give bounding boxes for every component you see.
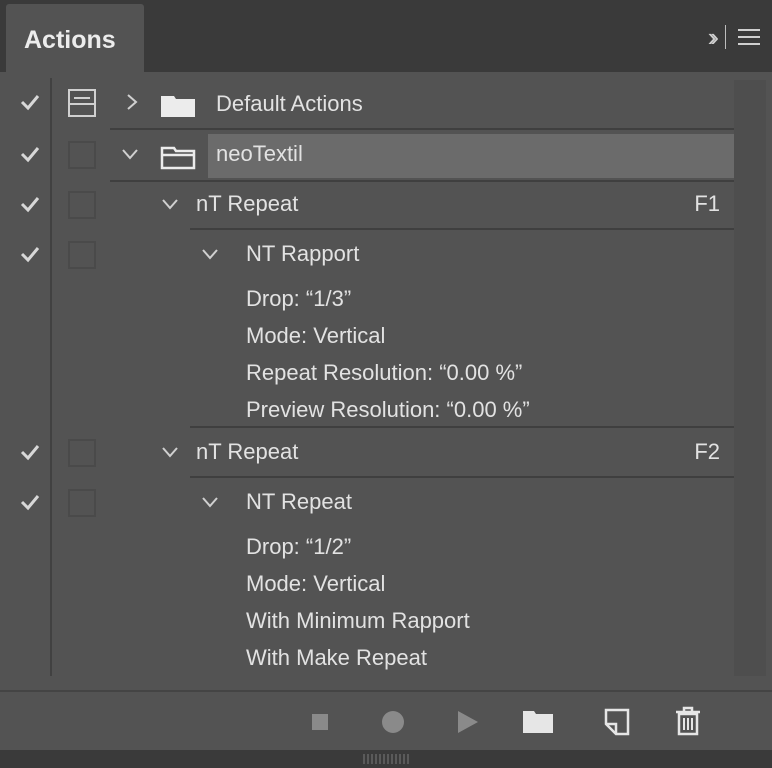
new-action-icon[interactable] [604, 708, 630, 736]
list-item[interactable]: NT Repeat [6, 478, 734, 526]
dialog-toggle-icon[interactable] [68, 191, 96, 219]
header-separator [725, 25, 726, 49]
dialog-toggle-icon[interactable] [68, 241, 96, 269]
scrollbar[interactable] [734, 80, 766, 676]
chevron-down-icon[interactable] [200, 244, 220, 264]
command-detail: Drop: “1/2” [246, 534, 352, 559]
dialog-toggle-icon[interactable] [68, 141, 96, 169]
command-detail: Drop: “1/3” [246, 286, 352, 311]
check-icon[interactable] [20, 144, 40, 164]
list-item[interactable]: nT Repeat F2 [6, 428, 734, 476]
command-detail: Mode: Vertical [246, 323, 386, 348]
chevron-down-icon[interactable] [160, 194, 180, 214]
command-detail: Preview Resolution: “0.00 %” [246, 397, 530, 422]
open-folder-icon [160, 146, 196, 170]
chevron-down-icon[interactable] [160, 442, 180, 462]
action-name: nT Repeat [196, 439, 299, 464]
list-item[interactable]: Default Actions [6, 78, 734, 126]
actions-list: Default Actions neoTextil nT Repeat F1 N… [6, 78, 734, 676]
trash-icon[interactable] [674, 706, 702, 736]
command-name: NT Rapport [246, 241, 360, 266]
check-icon[interactable] [20, 92, 40, 112]
chevron-right-icon[interactable] [122, 92, 142, 112]
actions-toolbar [0, 690, 772, 752]
double-chevron-right-icon[interactable]: ›› [708, 24, 720, 50]
check-icon[interactable] [20, 194, 40, 214]
command-detail: With Make Repeat [246, 645, 427, 670]
dialog-toggle-icon[interactable] [68, 489, 96, 517]
check-icon[interactable] [20, 442, 40, 462]
command-detail: With Minimum Rapport [246, 608, 470, 633]
dialog-toggle-icon[interactable] [68, 89, 96, 117]
folder-icon [161, 96, 195, 117]
tab-actions[interactable]: Actions [6, 4, 144, 72]
stop-icon[interactable] [310, 712, 330, 732]
set-name: Default Actions [216, 91, 363, 116]
panel-header: Actions ›› [0, 0, 772, 72]
play-icon[interactable] [456, 709, 480, 735]
set-name: neoTextil [216, 141, 303, 166]
command-name: NT Repeat [246, 489, 352, 514]
function-key: F2 [694, 439, 720, 464]
list-item[interactable]: neoTextil [6, 130, 734, 178]
function-key: F1 [694, 191, 720, 216]
record-icon[interactable] [380, 709, 406, 735]
resize-grip[interactable] [363, 754, 409, 764]
action-name: nT Repeat [196, 191, 299, 216]
tab-label: Actions [24, 26, 116, 54]
check-icon[interactable] [20, 492, 40, 512]
chevron-down-icon[interactable] [200, 492, 220, 512]
dialog-toggle-icon[interactable] [68, 439, 96, 467]
list-item[interactable]: NT Rapport [6, 230, 734, 278]
command-detail: Repeat Resolution: “0.00 %” [246, 360, 523, 385]
panel-menu-icon[interactable] [738, 29, 760, 45]
command-detail: Mode: Vertical [246, 571, 386, 596]
chevron-down-icon[interactable] [120, 144, 140, 164]
new-set-folder-icon[interactable] [522, 708, 554, 734]
list-item[interactable]: nT Repeat F1 [6, 180, 734, 228]
check-icon[interactable] [20, 244, 40, 264]
